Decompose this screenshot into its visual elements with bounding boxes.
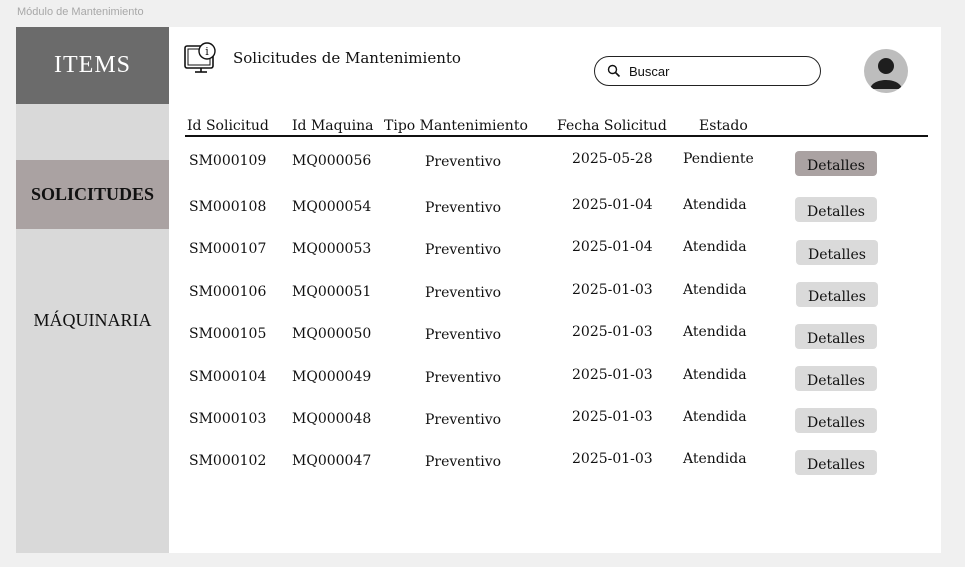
cell-fecha: 2025-01-03 (572, 324, 653, 340)
cell-tipo: Preventivo (425, 327, 502, 343)
cell-id-solicitud: SM000108 (189, 199, 267, 215)
details-button[interactable]: Detalles (795, 197, 877, 222)
cell-id-maquina: MQ000049 (292, 369, 372, 385)
cell-id-solicitud: SM000105 (189, 326, 267, 342)
cell-estado: Atendida (683, 197, 747, 213)
cell-estado: Atendida (683, 451, 747, 467)
cell-tipo: Preventivo (425, 285, 502, 301)
column-header-tipo-mantenimiento: Tipo Mantenimiento (384, 118, 528, 134)
cell-id-maquina: MQ000054 (292, 199, 372, 215)
search-box[interactable] (594, 56, 821, 86)
cell-id-maquina: MQ000053 (292, 241, 372, 257)
cell-id-maquina: MQ000056 (292, 153, 372, 169)
details-button[interactable]: Detalles (795, 324, 877, 349)
sidebar: ITEMS SOLICITUDES MÁQUINARIA (16, 27, 169, 553)
sidebar-item-solicitudes[interactable]: SOLICITUDES (16, 160, 169, 229)
cell-fecha: 2025-01-04 (572, 239, 653, 255)
details-button[interactable]: Detalles (795, 408, 877, 433)
cell-id-maquina: MQ000050 (292, 326, 372, 342)
column-header-id-maquina: Id Maquina (292, 118, 374, 134)
cell-id-solicitud: SM000104 (189, 369, 267, 385)
cell-tipo: Preventivo (425, 412, 502, 428)
search-icon (607, 64, 621, 78)
cell-id-solicitud: SM000102 (189, 453, 267, 469)
cell-fecha: 2025-05-28 (572, 151, 653, 167)
cell-estado: Atendida (683, 367, 747, 383)
svg-text:i: i (205, 45, 209, 58)
header-divider (185, 135, 928, 137)
cell-fecha: 2025-01-03 (572, 451, 653, 467)
search-input[interactable] (627, 62, 811, 80)
cell-fecha: 2025-01-03 (572, 409, 653, 425)
cell-id-maquina: MQ000051 (292, 284, 372, 300)
column-header-id-solicitud: Id Solicitud (187, 118, 269, 134)
cell-estado: Atendida (683, 324, 747, 340)
details-button[interactable]: Detalles (795, 450, 877, 475)
column-header-estado: Estado (699, 118, 748, 134)
column-header-fecha-solicitud: Fecha Solicitud (557, 118, 667, 134)
cell-id-solicitud: SM000103 (189, 411, 267, 427)
cell-fecha: 2025-01-04 (572, 197, 653, 213)
page-title: Solicitudes de Mantenimiento (233, 49, 461, 67)
cell-tipo: Preventivo (425, 154, 502, 170)
cell-tipo: Preventivo (425, 242, 502, 258)
details-button[interactable]: Detalles (796, 240, 878, 265)
cell-estado: Pendiente (683, 151, 754, 167)
cell-id-solicitud: SM000109 (189, 153, 267, 169)
cell-tipo: Preventivo (425, 454, 502, 470)
cell-id-maquina: MQ000047 (292, 453, 372, 469)
frame-label: Módulo de Mantenimiento (17, 6, 144, 18)
cell-id-solicitud: SM000106 (189, 284, 267, 300)
cell-fecha: 2025-01-03 (572, 367, 653, 383)
details-button[interactable]: Detalles (795, 151, 877, 176)
logo: ITEMS (16, 27, 169, 104)
cell-id-solicitud: SM000107 (189, 241, 267, 257)
cell-estado: Atendida (683, 239, 747, 255)
main-panel: i Solicitudes de Mantenimiento Id Solici… (169, 27, 941, 553)
user-avatar-icon[interactable] (864, 49, 908, 93)
details-button[interactable]: Detalles (796, 282, 878, 307)
cell-fecha: 2025-01-03 (572, 282, 653, 298)
cell-tipo: Preventivo (425, 370, 502, 386)
cell-id-maquina: MQ000048 (292, 411, 372, 427)
sidebar-item-maquinaria[interactable]: MÁQUINARIA (16, 285, 169, 355)
cell-estado: Atendida (683, 282, 747, 298)
cell-tipo: Preventivo (425, 200, 502, 216)
cell-estado: Atendida (683, 409, 747, 425)
computer-info-icon: i (184, 42, 216, 73)
sidebar-item-label: MÁQUINARIA (33, 309, 152, 330)
sidebar-item-label: SOLICITUDES (30, 184, 155, 204)
details-button[interactable]: Detalles (795, 366, 877, 391)
